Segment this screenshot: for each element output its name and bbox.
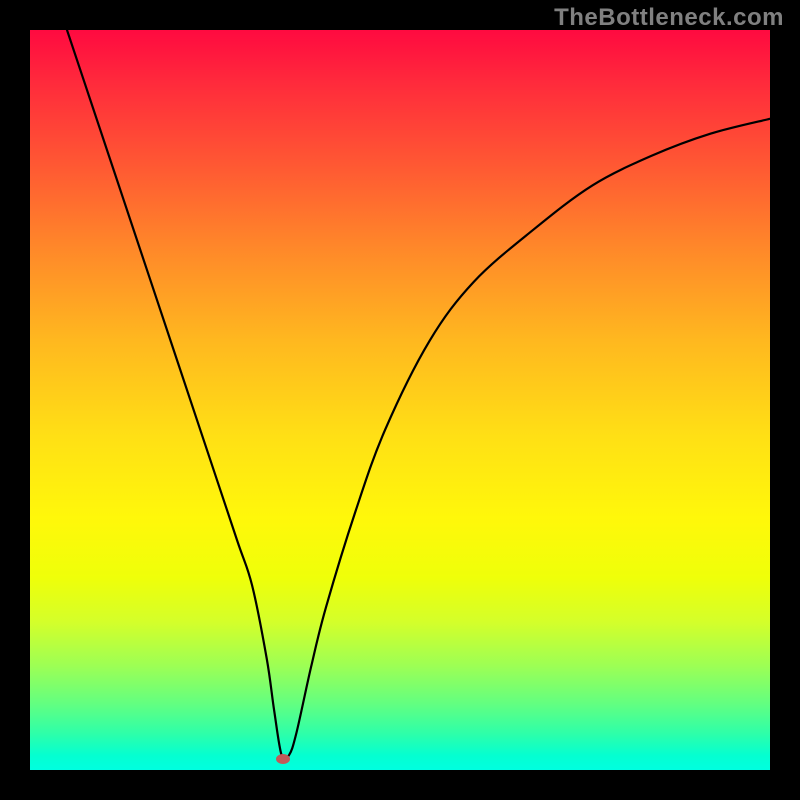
plot-area [30,30,770,770]
chart-frame: TheBottleneck.com [0,0,800,800]
bottleneck-curve [30,30,770,770]
minimum-marker [276,754,290,764]
watermark-text: TheBottleneck.com [554,4,784,32]
